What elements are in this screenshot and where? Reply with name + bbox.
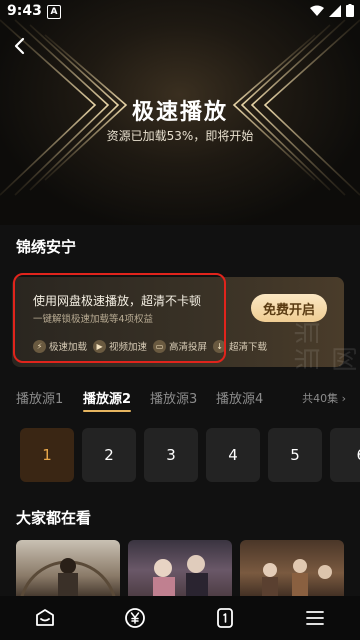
thumbnail-art — [19, 558, 117, 600]
hero-title: 极速播放 — [131, 100, 228, 125]
thumbnail-art — [153, 555, 208, 600]
source-tab-3[interactable]: 播放源3 — [150, 388, 197, 407]
status-icons — [310, 4, 354, 17]
perk-label: 极速加载 — [49, 342, 88, 353]
episode-button-6[interactable]: 6 — [330, 428, 360, 482]
episode-count[interactable]: 共40集 › — [302, 390, 346, 406]
recommend-thumbnail-2[interactable] — [128, 540, 232, 600]
promo-subtitle: 一键解锁极速加载等4项权益 — [33, 314, 154, 325]
wifi-icon — [310, 5, 324, 16]
source-tab-1[interactable]: 播放源1 — [16, 388, 63, 407]
episode-button-1[interactable]: 1 — [20, 428, 74, 482]
lightning-icon: ⚡ — [33, 339, 46, 353]
episode-button-3[interactable]: 3 — [144, 428, 198, 482]
drama-title: 锦绣安宁 — [16, 238, 77, 256]
recommend-title: 大家都在看 — [16, 509, 92, 527]
back-arrow-icon[interactable] — [8, 34, 32, 58]
perk-list: ⚡ 极速加载 ▶ 视频加速 ▭ 高清投屏 ↓ 超清下载 — [33, 339, 267, 353]
recommend-thumbnail-1[interactable] — [16, 540, 120, 600]
recommend-thumbnail-3[interactable] — [240, 540, 344, 600]
watermark-logo: 当当网 — [294, 319, 360, 372]
episode-count-label: 共40集 — [302, 392, 339, 405]
perk-item: ⚡ 极速加载 — [33, 339, 87, 353]
perk-item: ▶ 视频加速 — [93, 339, 147, 353]
promo-title: 使用网盘极速播放，超清不卡顿 — [33, 294, 202, 308]
bottom-navigation — [0, 596, 360, 640]
episode-button-2[interactable]: 2 — [82, 428, 136, 482]
episode-label: 6 — [356, 446, 360, 464]
cast-icon: ▭ — [153, 339, 167, 353]
loading-status: 资源已加载53%，即将开始 — [106, 129, 254, 143]
menu-icon[interactable] — [303, 606, 327, 630]
perk-item: ▭ 高清投屏 — [153, 339, 207, 353]
status-time: 9:43 — [7, 3, 42, 19]
source-tabs: 播放源1 播放源2 播放源3 播放源4 共40集 › — [16, 388, 346, 412]
perk-item: ↓ 超清下载 — [213, 339, 267, 353]
signal-icon — [329, 4, 341, 17]
battery-icon — [346, 4, 354, 17]
download-icon: ↓ — [213, 339, 227, 353]
calendar-day-icon[interactable] — [213, 606, 237, 630]
perk-label: 高清投屏 — [169, 342, 208, 353]
perk-label: 超清下载 — [229, 342, 268, 353]
source-tab-4[interactable]: 播放源4 — [216, 388, 263, 407]
app-notification-icon: A — [47, 5, 61, 19]
perk-label: 视频加速 — [109, 342, 148, 353]
inbox-icon[interactable] — [33, 606, 57, 630]
episode-button-4[interactable]: 4 — [206, 428, 260, 482]
yuan-icon[interactable] — [123, 606, 147, 630]
play-icon: ▶ — [93, 339, 107, 353]
chevron-right-icon: › — [341, 392, 346, 405]
status-bar: 9:43 A — [0, 0, 360, 24]
thumbnail-art — [262, 559, 332, 600]
source-tab-2[interactable]: 播放源2 — [83, 388, 132, 412]
episode-button-5[interactable]: 5 — [268, 428, 322, 482]
